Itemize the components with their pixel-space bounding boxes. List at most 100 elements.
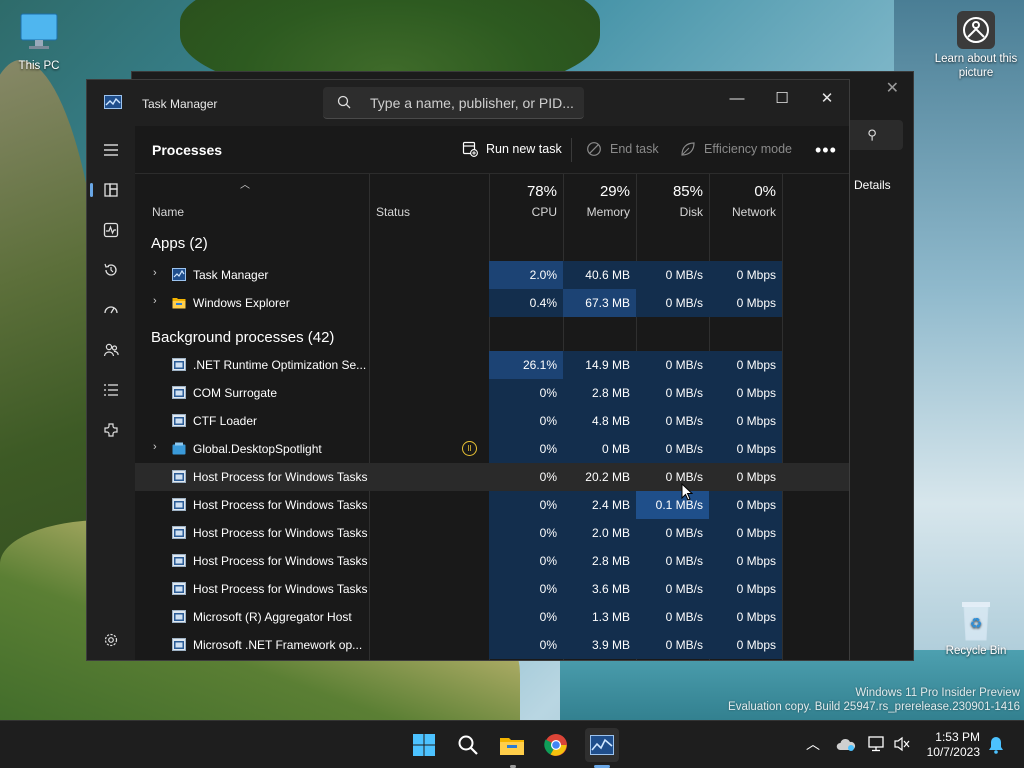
settings-icon[interactable] <box>97 626 125 654</box>
divider <box>571 138 572 162</box>
onedrive-icon[interactable] <box>836 738 856 752</box>
desktop-icon-recycle-bin[interactable]: ♻ Recycle Bin <box>940 598 1012 658</box>
users-icon[interactable] <box>97 336 125 364</box>
details-label: Details <box>854 178 891 192</box>
process-row[interactable]: › Task Manager 2.0% 40.6 MB 0 MB/s 0 Mbps <box>135 261 849 289</box>
recycle-bin-icon: ♻ <box>962 602 990 641</box>
process-row[interactable]: Host Process for Windows Tasks 0% 20.2 MB 0… <box>135 463 849 491</box>
cell-cpu: 0% <box>539 470 557 484</box>
minimize-button[interactable]: — <box>714 84 760 114</box>
cell-memory: 40.6 MB <box>563 261 636 289</box>
watermark-line: Windows 11 Pro Insider Preview <box>855 687 1020 699</box>
cell-cpu: 0% <box>489 603 563 631</box>
cell-cpu: 0% <box>489 631 563 659</box>
cell-cpu: 2.0% <box>489 261 563 289</box>
column-label: Status <box>376 205 411 219</box>
group-header-background: Background processes (42) <box>151 329 335 346</box>
network-icon[interactable] <box>868 736 886 752</box>
cell-disk: 0 MB/s <box>636 435 709 463</box>
date: 10/7/2023 <box>926 745 980 759</box>
desktop-icon-learn-about-picture[interactable]: Learn about this picture <box>934 10 1018 80</box>
process-name: Host Process for Windows Tasks <box>193 526 368 540</box>
more-options-button[interactable]: ••• <box>815 140 837 161</box>
task-manager-app-icon <box>172 268 186 281</box>
process-name: Windows Explorer <box>193 296 290 310</box>
cell-disk: 0 MB/s <box>636 575 709 603</box>
process-name: Host Process for Windows Tasks <box>193 582 368 596</box>
close-icon[interactable]: ✕ <box>886 78 899 98</box>
title-bar[interactable]: Task Manager Type a name, publisher, or … <box>87 80 849 126</box>
process-name: Global.DesktopSpotlight <box>193 442 322 456</box>
command-bar: Processes Run new task End task Efficien… <box>135 126 849 174</box>
notification-bell-icon[interactable] <box>988 736 1004 754</box>
column-label: Network <box>731 205 776 219</box>
task-manager-app-icon <box>104 95 122 109</box>
maximize-button[interactable]: ☐ <box>759 84 805 114</box>
expand-chevron-icon[interactable]: › <box>153 441 157 453</box>
start-button-icon[interactable] <box>409 730 439 760</box>
chrome-icon[interactable] <box>541 730 571 760</box>
suspended-status-icon: II <box>462 441 477 456</box>
search-icon[interactable]: ⚲ <box>841 120 903 150</box>
process-row[interactable]: CTF Loader 0% 4.8 MB 0 MB/s 0 Mbps <box>135 407 849 435</box>
file-explorer-icon[interactable] <box>497 730 527 760</box>
cell-memory: 1.3 MB <box>563 603 636 631</box>
svg-text:♻: ♻ <box>970 616 983 632</box>
cell-memory: 0 MB <box>563 435 636 463</box>
process-row[interactable]: Host Process for Windows Tasks 0% 2.0 MB 0 … <box>135 519 849 547</box>
desktop-icon-this-pc[interactable]: This PC <box>10 10 68 73</box>
services-icon[interactable] <box>97 416 125 444</box>
process-row[interactable]: Microsoft (R) Aggregator Host 0% 1.3 MB 0 M… <box>135 603 849 631</box>
process-row[interactable]: › Windows Explorer 0.4% 67.3 MB 0 MB/s 0 Mbps <box>135 289 849 317</box>
close-button[interactable]: ✕ <box>804 84 849 114</box>
task-manager-window: Task Manager Type a name, publisher, or … <box>86 79 850 661</box>
column-total: 85% <box>672 183 703 200</box>
column-header-disk[interactable]: 85% Disk <box>636 174 709 222</box>
column-header-cpu[interactable]: 78% CPU <box>489 174 563 222</box>
process-row[interactable]: Host Process for Windows Tasks 0% 3.6 MB 0 … <box>135 575 849 603</box>
process-row[interactable]: Microsoft .NET Framework op... 0% 3.9 MB 0 … <box>135 631 849 659</box>
search-icon[interactable] <box>453 730 483 760</box>
clock[interactable]: 1:53 PM 10/7/2023 <box>927 730 980 760</box>
monitor-icon <box>20 13 58 49</box>
cell-disk: 0 MB/s <box>636 603 709 631</box>
expand-chevron-icon[interactable]: › <box>153 267 157 279</box>
volume-muted-icon[interactable] <box>893 736 911 752</box>
cell-cpu: 26.1% <box>489 351 563 379</box>
cell-cpu: 0% <box>489 575 563 603</box>
column-label: Name <box>152 205 185 219</box>
efficiency-mode-label: Efficiency mode <box>704 142 793 156</box>
hamburger-menu-icon[interactable] <box>97 136 125 164</box>
chevron-up-icon[interactable]: ︿ <box>806 734 820 754</box>
search-box[interactable]: Type a name, publisher, or PID... <box>323 87 584 119</box>
cell-disk: 0.1 MB/s <box>636 491 709 519</box>
system-process-icon <box>172 498 186 511</box>
column-header-name[interactable]: Name <box>135 174 369 222</box>
cell-network: 0 Mbps <box>709 289 782 317</box>
process-row[interactable]: › Global.DesktopSpotlight II 0% 0 MB 0 MB/s 0 … <box>135 435 849 463</box>
details-icon[interactable] <box>97 376 125 404</box>
process-row[interactable]: COM Surrogate 0% 2.8 MB 0 MB/s 0 Mbps <box>135 379 849 407</box>
column-header-status[interactable]: Status <box>369 174 489 222</box>
column-header-network[interactable]: 0% Network <box>709 174 782 222</box>
cell-network: 0 Mbps <box>709 261 782 289</box>
system-process-icon <box>172 554 186 567</box>
process-row[interactable]: Host Process for Windows Tasks 0% 2.8 MB 0 … <box>135 547 849 575</box>
process-row[interactable]: Host Process for Windows Tasks 0% 2.4 MB 0.… <box>135 491 849 519</box>
startup-apps-icon[interactable] <box>97 296 125 324</box>
efficiency-mode-button[interactable]: Efficiency mode <box>680 141 792 157</box>
app-history-icon[interactable] <box>97 256 125 284</box>
processes-icon[interactable] <box>90 176 125 204</box>
run-new-task-button[interactable]: Run new task <box>462 141 562 157</box>
cell-memory: 2.8 MB <box>563 547 636 575</box>
column-header-memory[interactable]: 29% Memory <box>563 174 636 222</box>
process-name: COM Surrogate <box>193 386 278 400</box>
performance-icon[interactable] <box>97 216 125 244</box>
expand-chevron-icon[interactable]: › <box>153 295 157 307</box>
task-manager-taskbar-icon[interactable] <box>585 728 619 762</box>
column-label: Disk <box>679 205 703 219</box>
column-total: 29% <box>599 183 630 200</box>
end-task-button[interactable]: End task <box>586 141 659 157</box>
cell-network: 0 Mbps <box>709 407 782 435</box>
process-row[interactable]: .NET Runtime Optimization Se... 26.1% 14.9… <box>135 351 849 379</box>
